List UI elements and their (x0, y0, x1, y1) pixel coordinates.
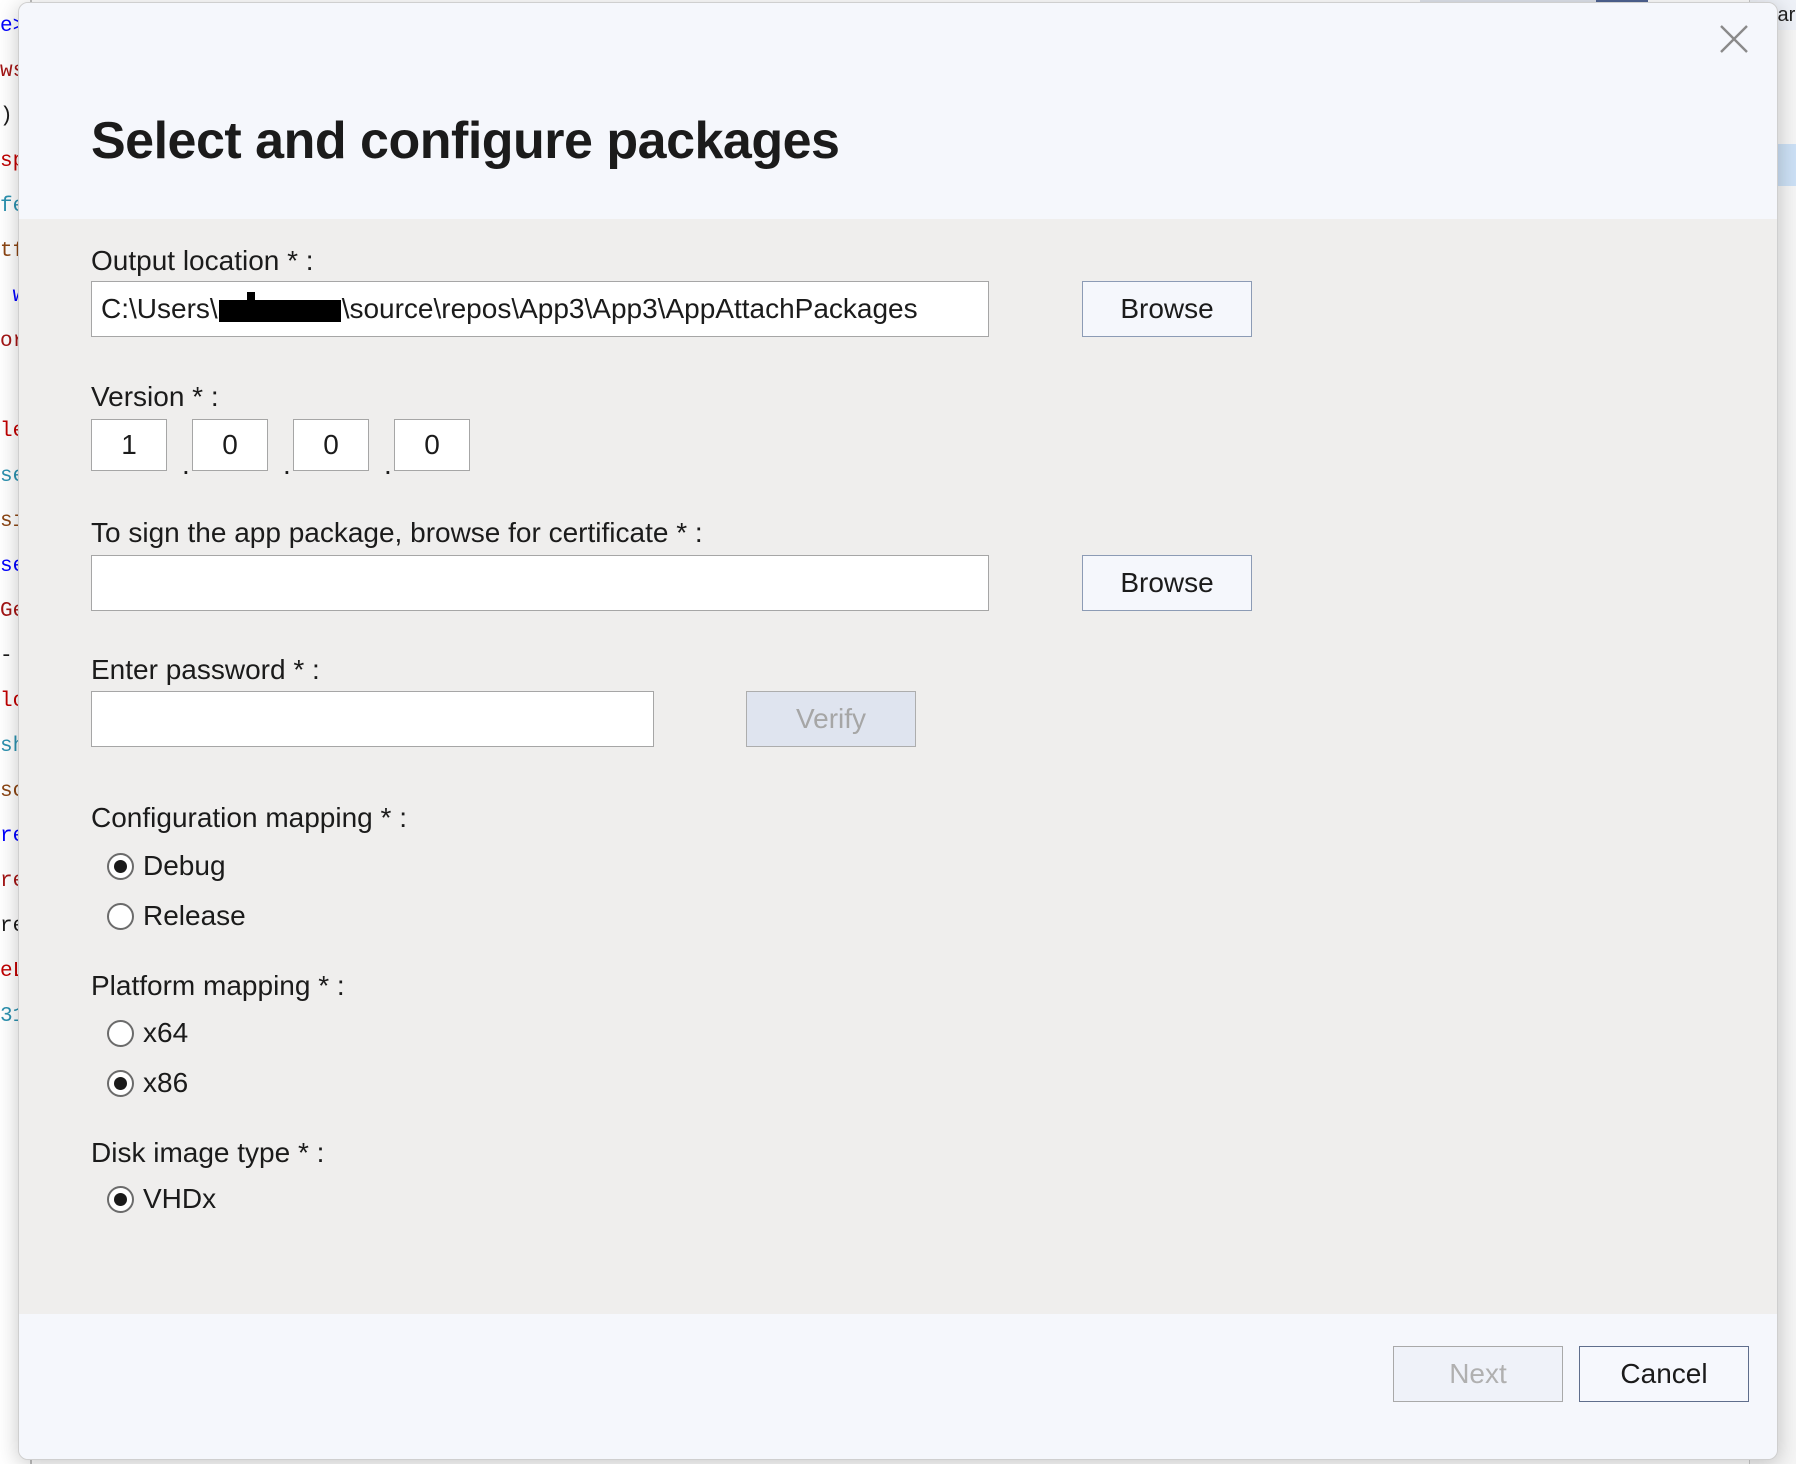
browse-certificate-button[interactable]: Browse (1082, 555, 1252, 611)
version-minor-input[interactable]: 0 (192, 419, 268, 471)
radio-configuration-release[interactable]: Release (107, 902, 246, 930)
radio-mark-icon (107, 853, 134, 880)
certificate-label: To sign the app package, browse for cert… (91, 519, 703, 547)
page-title: Select and configure packages (91, 115, 839, 167)
radio-disk-image-vhdx[interactable]: VHDx (107, 1185, 216, 1213)
radio-label: x86 (143, 1069, 188, 1097)
close-icon[interactable] (1701, 9, 1767, 69)
password-label: Enter password * : (91, 656, 320, 684)
radio-configuration-debug[interactable]: Debug (107, 852, 226, 880)
version-major-input[interactable]: 1 (91, 419, 167, 471)
radio-label: Debug (143, 852, 226, 880)
configuration-mapping-label: Configuration mapping * : (91, 804, 407, 832)
version-label: Version * : (91, 383, 219, 411)
version-separator-3: . (384, 451, 392, 479)
version-separator-2: . (283, 451, 291, 479)
cancel-button[interactable]: Cancel (1579, 1346, 1749, 1402)
browse-output-location-button[interactable]: Browse (1082, 281, 1252, 337)
radio-label: x64 (143, 1019, 188, 1047)
radio-label: Release (143, 902, 246, 930)
dialog-footer: Next Cancel (19, 1314, 1777, 1459)
password-input[interactable] (91, 691, 654, 747)
dialog-body: Output location * : C:\Users\\source\rep… (19, 219, 1777, 1314)
radio-platform-x86[interactable]: x86 (107, 1069, 188, 1097)
version-separator-1: . (182, 451, 190, 479)
radio-mark-icon (107, 1070, 134, 1097)
radio-mark-icon (107, 1186, 134, 1213)
radio-mark-icon (107, 1020, 134, 1047)
radio-platform-x64[interactable]: x64 (107, 1019, 188, 1047)
version-revision-input[interactable]: 0 (394, 419, 470, 471)
output-location-input[interactable] (91, 281, 989, 337)
version-build-input[interactable]: 0 (293, 419, 369, 471)
output-location-label: Output location * : (91, 247, 314, 275)
platform-mapping-label: Platform mapping * : (91, 972, 345, 1000)
select-and-configure-packages-dialog: Select and configure packages Output loc… (18, 2, 1778, 1460)
dialog-titlebar: Select and configure packages (19, 3, 1777, 219)
verify-button[interactable]: Verify (746, 691, 916, 747)
radio-label: VHDx (143, 1185, 216, 1213)
radio-mark-icon (107, 903, 134, 930)
next-button[interactable]: Next (1393, 1346, 1563, 1402)
disk-image-type-label: Disk image type * : (91, 1139, 324, 1167)
certificate-input[interactable] (91, 555, 989, 611)
